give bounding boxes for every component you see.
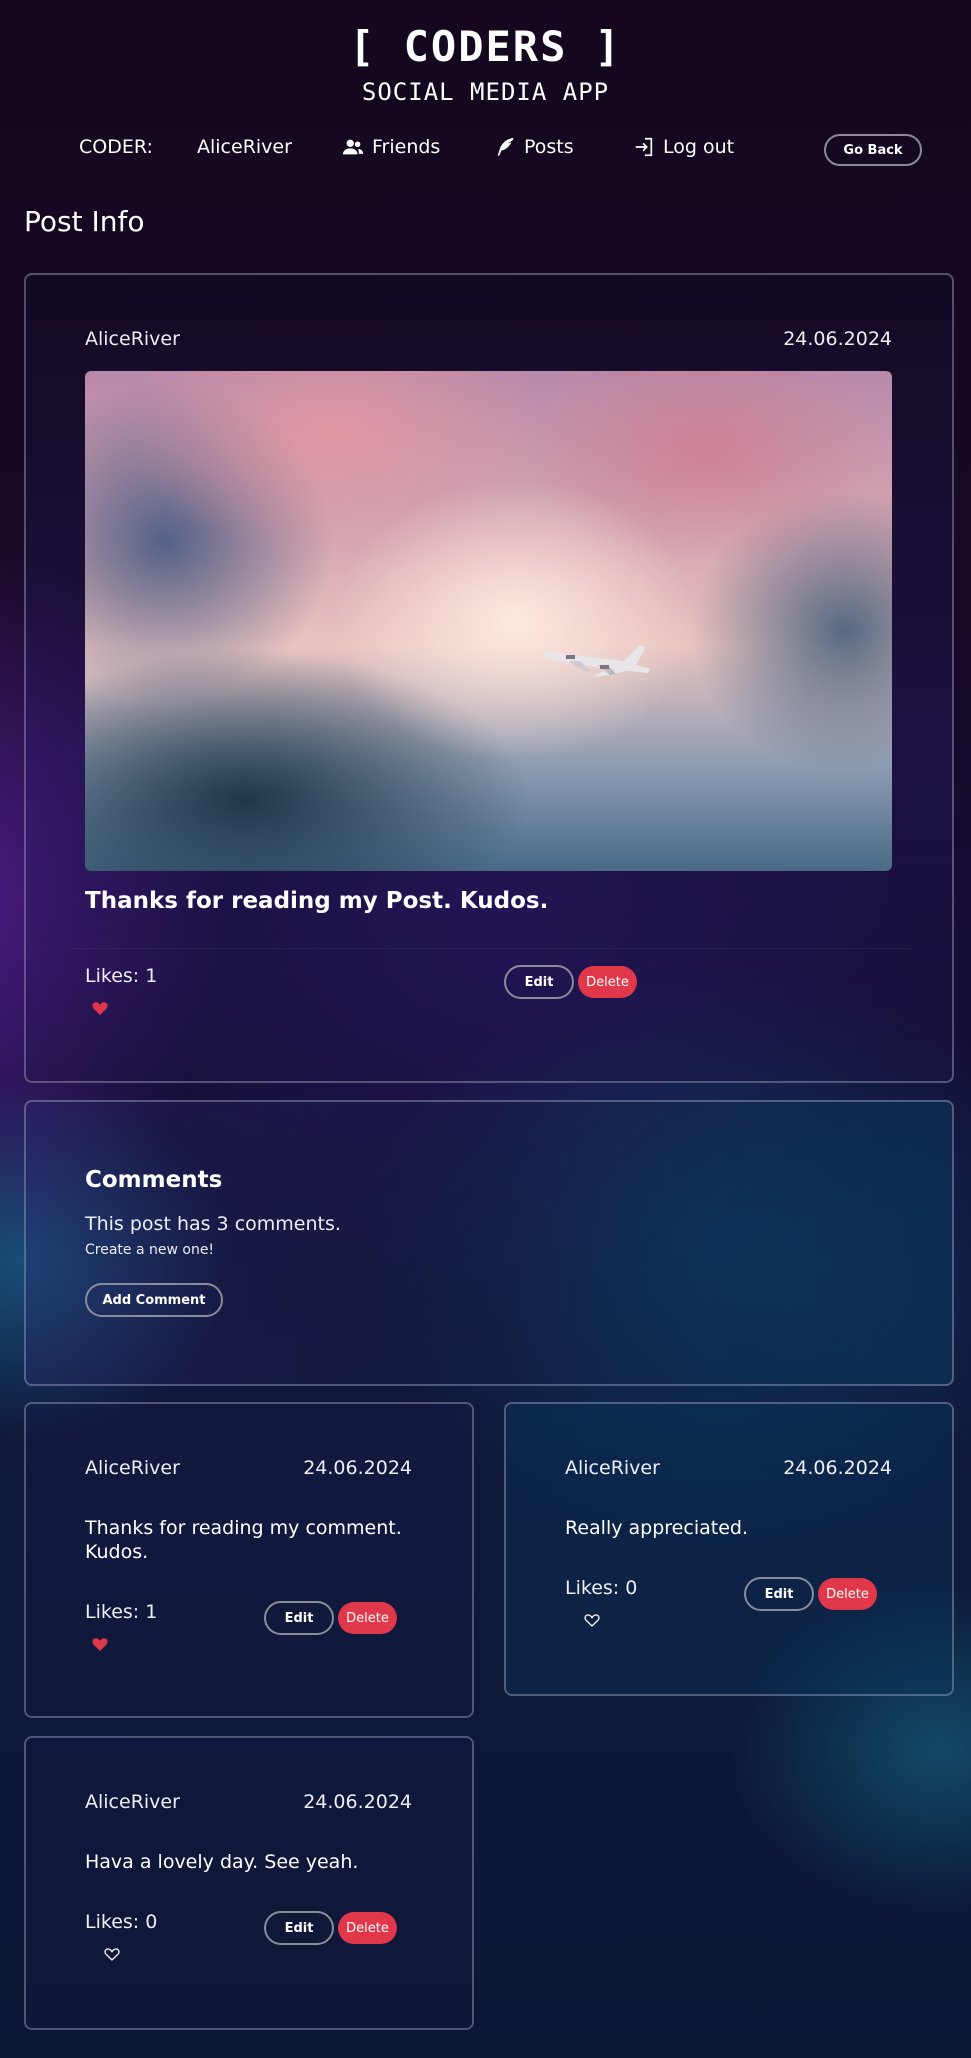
post-delete-button[interactable]: Delete — [578, 966, 637, 998]
heart-outline-icon[interactable] — [584, 1613, 600, 1627]
comment-delete-button[interactable]: Delete — [338, 1602, 397, 1634]
comment-likes: Likes: 0 — [565, 1577, 638, 1599]
nav-posts-label: Posts — [524, 136, 574, 158]
page-title: Post Info — [24, 205, 145, 238]
comment-card — [504, 1402, 954, 1696]
nav-logout[interactable]: Log out — [633, 136, 734, 158]
coder-label-text: CODER: — [79, 136, 153, 158]
post-date: 24.06.2024 — [783, 328, 892, 350]
comment-edit-button[interactable]: Edit — [744, 1577, 814, 1611]
nav-logout-label: Log out — [663, 136, 735, 158]
comment-author[interactable]: AliceRiver — [85, 1791, 180, 1813]
comment-text-line: Kudos. — [85, 1541, 149, 1563]
airplane-icon — [542, 645, 650, 677]
comments-cta: Create a new one! — [85, 1242, 215, 1258]
comment-text: Thanks for reading my comment. Kudos. — [85, 1516, 402, 1564]
comment-author[interactable]: AliceRiver — [565, 1457, 660, 1479]
comment-text: Really appreciated. — [565, 1517, 748, 1539]
comment-likes: Likes: 0 — [85, 1911, 158, 1933]
feather-icon — [497, 137, 514, 157]
comment-date: 24.06.2024 — [303, 1457, 412, 1479]
comment-edit-button[interactable]: Edit — [264, 1911, 334, 1945]
coder-label: CODER: — [79, 136, 153, 158]
comment-date: 24.06.2024 — [303, 1791, 412, 1813]
comment-author[interactable]: AliceRiver — [85, 1457, 180, 1479]
nav-username[interactable]: AliceRiver — [197, 136, 292, 158]
comments-count: This post has 3 comments. — [85, 1213, 341, 1235]
comments-title: Comments — [85, 1167, 223, 1193]
comment-delete-button[interactable]: Delete — [818, 1578, 877, 1610]
post-text: Thanks for reading my Post. Kudos. — [85, 888, 549, 914]
comment-card — [24, 1736, 474, 2030]
comment-delete-button[interactable]: Delete — [338, 1912, 397, 1944]
nav-friends-label: Friends — [372, 136, 441, 158]
comment-likes: Likes: 1 — [85, 1601, 158, 1623]
heart-filled-icon[interactable] — [92, 1637, 108, 1651]
app-subtitle: SOCIAL MEDIA APP — [361, 78, 610, 106]
comment-text: Hava a lovely day. See yeah. — [85, 1851, 359, 1873]
post-likes: Likes: 1 — [85, 965, 158, 987]
comment-date: 24.06.2024 — [783, 1457, 892, 1479]
post-author[interactable]: AliceRiver — [85, 328, 180, 350]
app-title: [ CODERS ] — [349, 22, 622, 71]
comment-text-line: Thanks for reading my comment. — [85, 1517, 402, 1539]
nav-posts[interactable]: Posts — [494, 136, 574, 158]
post-edit-button[interactable]: Edit — [504, 965, 574, 999]
nav-username-text: AliceRiver — [197, 136, 292, 158]
go-back-button[interactable]: Go Back — [824, 134, 922, 166]
heart-filled-icon[interactable] — [92, 1001, 108, 1015]
add-comment-button[interactable]: Add Comment — [85, 1283, 223, 1317]
sign-in-icon — [635, 137, 653, 157]
users-icon — [342, 139, 364, 155]
post-image — [85, 371, 892, 871]
nav-friends[interactable]: Friends — [342, 136, 440, 158]
post-divider — [70, 948, 910, 949]
comment-edit-button[interactable]: Edit — [264, 1601, 334, 1635]
heart-outline-icon[interactable] — [104, 1947, 120, 1961]
